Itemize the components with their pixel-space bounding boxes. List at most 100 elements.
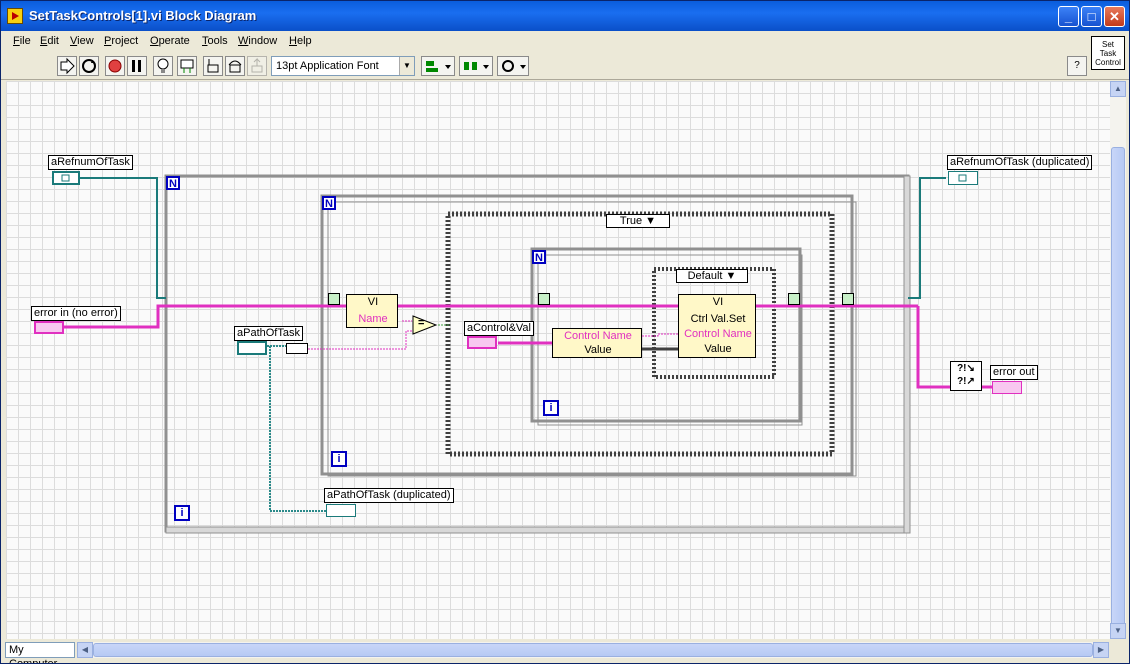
retain-wire-values-button[interactable] xyxy=(177,56,197,76)
menu-window[interactable]: Window xyxy=(238,35,277,47)
middle-loop-iteration: i xyxy=(331,451,347,467)
control-val-label: aControl&Val xyxy=(464,321,534,336)
refnum-out-wire xyxy=(908,177,946,299)
middle-loop-count[interactable]: N xyxy=(322,196,336,210)
step-over-button[interactable] xyxy=(225,56,245,76)
invoke-method: Ctrl Val.Set xyxy=(690,313,746,325)
vi-icon-line: Set xyxy=(1101,40,1114,49)
vertical-scroll-thumb[interactable] xyxy=(1111,147,1125,663)
step-out-button[interactable] xyxy=(247,56,267,76)
unbundle-field-control-name: Control Name xyxy=(564,330,632,342)
scroll-right-arrow[interactable]: ▶ xyxy=(1093,642,1109,658)
minimize-button[interactable]: _ xyxy=(1058,6,1079,27)
menu-file[interactable]: File xyxy=(13,35,31,47)
window-title: SetTaskControls[1].vi Block Diagram xyxy=(29,8,257,23)
outer-loop-iteration: i xyxy=(174,505,190,521)
invoke-node[interactable]: VI Ctrl Val.Set Control Name Value xyxy=(678,294,756,358)
toolbar: 13pt Application Font ▼ ? xyxy=(1,53,1129,80)
vi-icon-line: Task xyxy=(1099,49,1117,58)
refnum-in-terminal[interactable] xyxy=(52,171,80,185)
case-selector-outer[interactable]: True ▼ xyxy=(606,214,670,228)
context-help-button[interactable]: ? xyxy=(1067,56,1087,76)
outer-loop-count[interactable]: N xyxy=(166,176,180,190)
path-out-label: aPathOfTask (duplicated) xyxy=(324,488,454,503)
close-button[interactable]: ✕ xyxy=(1104,6,1125,27)
highlight-execution-button[interactable] xyxy=(153,56,173,76)
step-over-icon xyxy=(228,60,242,73)
pause-icon xyxy=(132,60,141,72)
equal-node[interactable]: = xyxy=(412,315,438,335)
horizontal-scrollbar[interactable]: ◀ ▶ xyxy=(77,642,1109,658)
invoke-param-value: Value xyxy=(704,343,732,355)
open-ref-title: VI xyxy=(367,296,379,308)
reorder-button[interactable] xyxy=(497,56,529,76)
block-diagram-canvas[interactable]: aRefnumOfTask aRefnumOfTask (duplicated)… xyxy=(6,81,1110,639)
distribute-objects-button[interactable] xyxy=(459,56,493,76)
vi-icon[interactable]: Set Task Control xyxy=(1091,36,1125,70)
menu-view[interactable]: View xyxy=(70,35,94,47)
shift-register-inner-left[interactable] xyxy=(538,293,550,305)
labview-app-icon xyxy=(7,8,23,24)
unbundle-by-name-node[interactable]: Control Name Value xyxy=(552,328,642,358)
run-button[interactable] xyxy=(57,56,77,76)
error-out-label: error out xyxy=(990,365,1038,380)
horizontal-scroll-thumb[interactable] xyxy=(93,643,1093,657)
invoke-param-control-name: Control Name xyxy=(684,328,752,340)
path-out-terminal[interactable] xyxy=(326,504,356,517)
shift-register-middle-right[interactable] xyxy=(842,293,854,305)
step-out-icon xyxy=(251,57,263,73)
equal-icon xyxy=(412,315,438,335)
inner-loop-iteration: i xyxy=(543,400,559,416)
align-icon xyxy=(426,61,451,72)
reorder-icon xyxy=(502,60,526,72)
error-in-label: error in (no error) xyxy=(31,306,121,321)
menu-help[interactable]: Help xyxy=(289,35,312,47)
error-in-terminal[interactable] xyxy=(34,321,64,334)
menu-project[interactable]: Project xyxy=(104,35,138,47)
equal-glyph: = xyxy=(418,317,425,329)
case-selector-inner[interactable]: Default ▼ xyxy=(676,269,748,283)
refnum-out-terminal[interactable] xyxy=(948,171,978,185)
pause-button[interactable] xyxy=(127,56,147,76)
error-out-wire xyxy=(916,306,950,389)
vertical-scrollbar[interactable]: ▲ ▼ xyxy=(1110,81,1126,663)
outer-for-loop-frame xyxy=(164,174,910,533)
step-into-button[interactable] xyxy=(203,56,223,76)
stop-icon xyxy=(108,59,122,73)
align-objects-button[interactable] xyxy=(421,56,455,76)
refnum-icon xyxy=(958,174,967,182)
open-ref-property: Name xyxy=(358,313,388,325)
refnum-in-label: aRefnumOfTask xyxy=(48,155,133,170)
scroll-up-arrow[interactable]: ▲ xyxy=(1110,81,1126,97)
open-vi-reference-node[interactable]: VI Name xyxy=(346,294,398,328)
control-val-terminal[interactable] xyxy=(467,336,497,349)
menu-operate[interactable]: Operate xyxy=(150,35,190,47)
path-in-label: aPathOfTask xyxy=(234,326,303,341)
maximize-button[interactable]: □ xyxy=(1081,6,1102,27)
menu-edit[interactable]: Edit xyxy=(40,35,59,47)
case-selector-inner-value: Default xyxy=(687,270,723,282)
error-out-terminal[interactable] xyxy=(992,381,1022,394)
font-select[interactable]: 13pt Application Font ▼ xyxy=(271,56,415,76)
invoke-title: VI xyxy=(712,296,724,308)
menu-tools[interactable]: Tools xyxy=(202,35,228,47)
refnum-icon xyxy=(61,174,70,182)
path-in-terminal[interactable] xyxy=(237,341,267,355)
run-continuously-icon xyxy=(82,59,96,73)
labview-window: SetTaskControls[1].vi Block Diagram _ □ … xyxy=(0,0,1130,664)
merge-errors-icon[interactable]: ?!↘ ?!↗ xyxy=(950,361,982,391)
run-continuously-button[interactable] xyxy=(79,56,99,76)
title-bar[interactable]: SetTaskControls[1].vi Block Diagram _ □ … xyxy=(1,1,1129,31)
scroll-down-arrow[interactable]: ▼ xyxy=(1110,623,1126,639)
menu-bar: File Edit View Project Operate Tools Win… xyxy=(1,31,1129,51)
inner-loop-count[interactable]: N xyxy=(532,250,546,264)
shift-register-middle-left[interactable] xyxy=(328,293,340,305)
abort-button[interactable] xyxy=(105,56,125,76)
wires-layer xyxy=(62,174,992,534)
chevron-down-icon[interactable]: ▼ xyxy=(399,57,414,75)
shift-register-inner-right[interactable] xyxy=(788,293,800,305)
run-arrow-icon xyxy=(60,57,75,75)
scroll-left-arrow[interactable]: ◀ xyxy=(77,642,93,658)
path-to-string-node[interactable] xyxy=(286,343,308,354)
case-selector-outer-value: True xyxy=(619,215,643,227)
